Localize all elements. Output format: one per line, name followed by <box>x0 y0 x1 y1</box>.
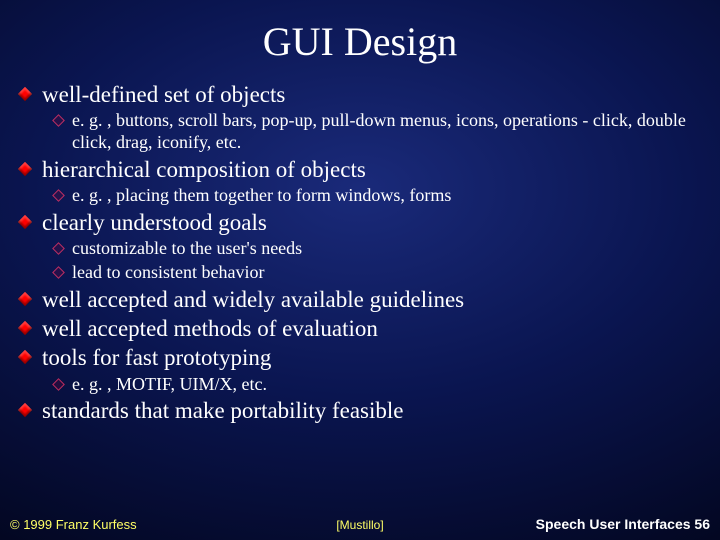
bullet-text: well accepted and widely available guide… <box>42 287 464 312</box>
bullet-text: clearly understood goals <box>42 210 267 235</box>
bullet-level1: well accepted and widely available guide… <box>16 286 704 313</box>
bullet-level1: clearly understood goals <box>16 209 704 236</box>
diamond-icon <box>20 87 30 105</box>
bullet-text: e. g. , placing them together to form wi… <box>72 185 451 205</box>
bullet-level1: standards that make portability feasible <box>16 397 704 424</box>
bullet-text: standards that make portability feasible <box>42 398 404 423</box>
bullet-level2: e. g. , buttons, scroll bars, pop-up, pu… <box>16 110 704 154</box>
slide-title: GUI Design <box>16 0 704 79</box>
bullet-text: hierarchical composition of objects <box>42 157 366 182</box>
page-label: Speech User Interfaces 56 <box>536 516 710 532</box>
slide: GUI Design well-defined set of objects e… <box>0 0 720 540</box>
subdiamond-icon <box>54 266 63 281</box>
bullet-level2: lead to consistent behavior <box>16 262 704 284</box>
bullet-text: tools for fast prototyping <box>42 345 271 370</box>
bullet-level1: tools for fast prototyping <box>16 344 704 371</box>
subdiamond-icon <box>54 378 63 393</box>
bullet-level1: well accepted methods of evaluation <box>16 315 704 342</box>
subdiamond-icon <box>54 189 63 204</box>
subdiamond-icon <box>54 242 63 257</box>
bullet-text: lead to consistent behavior <box>72 262 264 282</box>
bullet-level1: well-defined set of objects <box>16 81 704 108</box>
bullet-text: e. g. , buttons, scroll bars, pop-up, pu… <box>72 110 686 152</box>
bullet-text: e. g. , MOTIF, UIM/X, etc. <box>72 374 267 394</box>
diamond-icon <box>20 403 30 421</box>
bullet-text: customizable to the user's needs <box>72 238 302 258</box>
diamond-icon <box>20 292 30 310</box>
bullet-text: well accepted methods of evaluation <box>42 316 378 341</box>
diamond-icon <box>20 162 30 180</box>
diamond-icon <box>20 350 30 368</box>
slide-body: well-defined set of objects e. g. , butt… <box>16 81 704 425</box>
bullet-level2: e. g. , MOTIF, UIM/X, etc. <box>16 374 704 396</box>
copyright-text: © 1999 Franz Kurfess <box>10 517 137 532</box>
bullet-level2: e. g. , placing them together to form wi… <box>16 185 704 207</box>
bullet-level1: hierarchical composition of objects <box>16 156 704 183</box>
diamond-icon <box>20 321 30 339</box>
bullet-text: well-defined set of objects <box>42 82 285 107</box>
subdiamond-icon <box>54 114 63 129</box>
bullet-level2: customizable to the user's needs <box>16 238 704 260</box>
citation-text: [Mustillo] <box>336 518 383 532</box>
diamond-icon <box>20 215 30 233</box>
